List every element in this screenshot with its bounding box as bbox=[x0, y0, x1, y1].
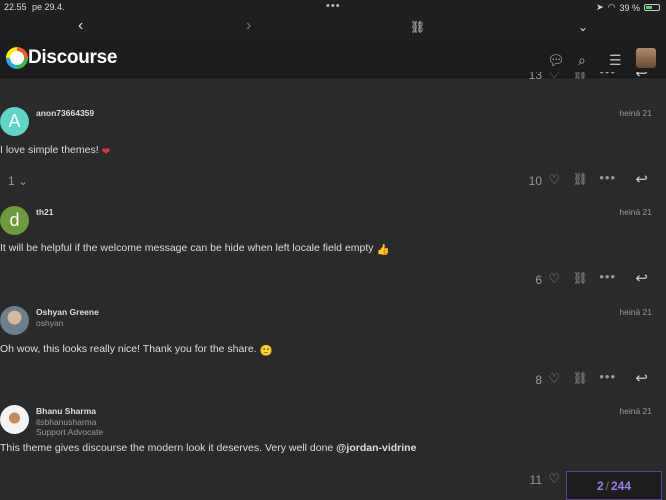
username[interactable]: Bhanu Sharma bbox=[36, 406, 96, 416]
smile-emoji: 🙂 bbox=[259, 345, 273, 357]
more-icon[interactable]: ••• bbox=[599, 269, 616, 284]
post-actions: 1 ⌄ 10 ♡ ⛓ ••• ↩ bbox=[0, 170, 666, 190]
post-text: I love simple themes! bbox=[0, 144, 99, 156]
replies-toggle[interactable]: 1 ⌄ bbox=[8, 174, 28, 188]
forward-icon[interactable]: › bbox=[246, 17, 251, 35]
reply-count: 1 bbox=[8, 174, 15, 188]
battery-icon bbox=[644, 4, 660, 11]
like-count: 6 bbox=[535, 273, 542, 287]
thumbs-up-emoji: 👍 bbox=[376, 244, 390, 256]
post-actions: 8 ♡ ⛓ ••• ↩ bbox=[0, 369, 666, 389]
more-icon[interactable]: ••• bbox=[599, 170, 616, 185]
site-logo[interactable]: Discourse bbox=[6, 47, 117, 69]
like-count: 13 bbox=[528, 72, 542, 82]
reply-icon[interactable]: ↩ bbox=[635, 369, 648, 387]
username[interactable]: Oshyan Greene bbox=[36, 307, 99, 317]
status-right: ➤ ◠ 39 % bbox=[596, 2, 660, 13]
reply-icon[interactable]: ↩ bbox=[635, 269, 648, 287]
link-icon[interactable]: ⛓ bbox=[410, 20, 425, 34]
post-text: It will be helpful if the welcome messag… bbox=[0, 242, 374, 254]
post-actions-previous: 13 ♡ ⛓ ••• ↩ bbox=[0, 72, 666, 84]
avatar[interactable]: d bbox=[0, 206, 29, 235]
user-mention-link[interactable]: @jordan-vidrine bbox=[336, 442, 416, 454]
status-date: pe 29.4. bbox=[32, 2, 65, 12]
like-count: 11 bbox=[529, 473, 542, 487]
chevron-down-icon[interactable]: ⌄ bbox=[578, 20, 588, 34]
heart-emoji: ❤ bbox=[101, 146, 111, 158]
like-count: 8 bbox=[535, 373, 542, 387]
hamburger-menu-icon[interactable]: ☰ bbox=[609, 52, 622, 69]
post-date[interactable]: heinä 21 bbox=[619, 406, 652, 416]
topic-progress[interactable]: 2 / 244 bbox=[566, 471, 662, 500]
location-icon: ➤ bbox=[596, 2, 604, 12]
progress-current: 2 bbox=[596, 478, 604, 493]
avatar[interactable] bbox=[0, 405, 29, 434]
status-time: 22.55 bbox=[4, 2, 27, 12]
post-text: This theme gives discourse the modern lo… bbox=[0, 442, 334, 454]
current-user-avatar[interactable] bbox=[636, 48, 656, 68]
heart-icon[interactable]: ♡ bbox=[548, 271, 560, 287]
back-icon[interactable]: ‹ bbox=[78, 17, 83, 35]
share-link-icon[interactable]: ⛓ bbox=[573, 72, 588, 80]
reply-icon[interactable]: ↩ bbox=[635, 170, 648, 188]
more-icon[interactable]: ••• bbox=[599, 369, 616, 384]
post-date[interactable]: heinä 21 bbox=[619, 307, 652, 317]
share-link-icon[interactable]: ⛓ bbox=[573, 172, 588, 186]
wifi-icon: ◠ bbox=[607, 2, 616, 12]
user-title: Support Advocate bbox=[36, 427, 104, 437]
heart-icon[interactable]: ♡ bbox=[548, 72, 560, 82]
user-login: itsbhanusharma bbox=[36, 417, 97, 427]
heart-icon[interactable]: ♡ bbox=[548, 172, 560, 188]
more-icon[interactable]: ••• bbox=[599, 72, 616, 79]
heart-icon[interactable]: ♡ bbox=[548, 371, 560, 387]
discourse-logo-icon bbox=[6, 47, 28, 69]
reply-icon[interactable]: ↩ bbox=[635, 72, 648, 82]
progress-total: 244 bbox=[611, 478, 632, 493]
user-login: oshyan bbox=[36, 318, 64, 328]
post-body: This theme gives discourse the modern lo… bbox=[0, 442, 416, 454]
post-body: Oh wow, this looks really nice! Thank yo… bbox=[0, 343, 273, 357]
browser-toolbar: ‹ › ⛓ ⌄ bbox=[0, 14, 666, 40]
ios-status-bar: 22.55 pe 29.4. ••• ➤ ◠ 39 % bbox=[0, 0, 666, 14]
post-date[interactable]: heinä 21 bbox=[619, 207, 652, 217]
post-date[interactable]: heinä 21 bbox=[619, 108, 652, 118]
username[interactable]: anon73664359 bbox=[36, 108, 94, 118]
post-text: Oh wow, this looks really nice! Thank yo… bbox=[0, 343, 257, 355]
share-link-icon[interactable]: ⛓ bbox=[573, 371, 588, 385]
battery-percent: 39 % bbox=[619, 2, 640, 13]
post-body: It will be helpful if the welcome messag… bbox=[0, 242, 390, 256]
multitask-dots-icon[interactable]: ••• bbox=[326, 0, 341, 12]
logo-text: Discourse bbox=[28, 47, 118, 68]
username[interactable]: th21 bbox=[36, 207, 53, 217]
heart-icon[interactable]: ♡ bbox=[548, 471, 560, 487]
post-body: I love simple themes! ❤ bbox=[0, 144, 110, 158]
post-actions: 6 ♡ ⛓ ••• ↩ bbox=[0, 269, 666, 289]
chevron-down-icon: ⌄ bbox=[18, 174, 29, 188]
chat-icon[interactable]: 💬︎ bbox=[547, 52, 565, 69]
avatar[interactable] bbox=[0, 306, 29, 335]
like-count: 10 bbox=[528, 174, 542, 188]
search-icon[interactable]: ⌕ bbox=[578, 52, 586, 69]
share-link-icon[interactable]: ⛓ bbox=[573, 271, 588, 285]
avatar[interactable]: A bbox=[0, 107, 29, 136]
progress-separator: / bbox=[605, 478, 609, 493]
